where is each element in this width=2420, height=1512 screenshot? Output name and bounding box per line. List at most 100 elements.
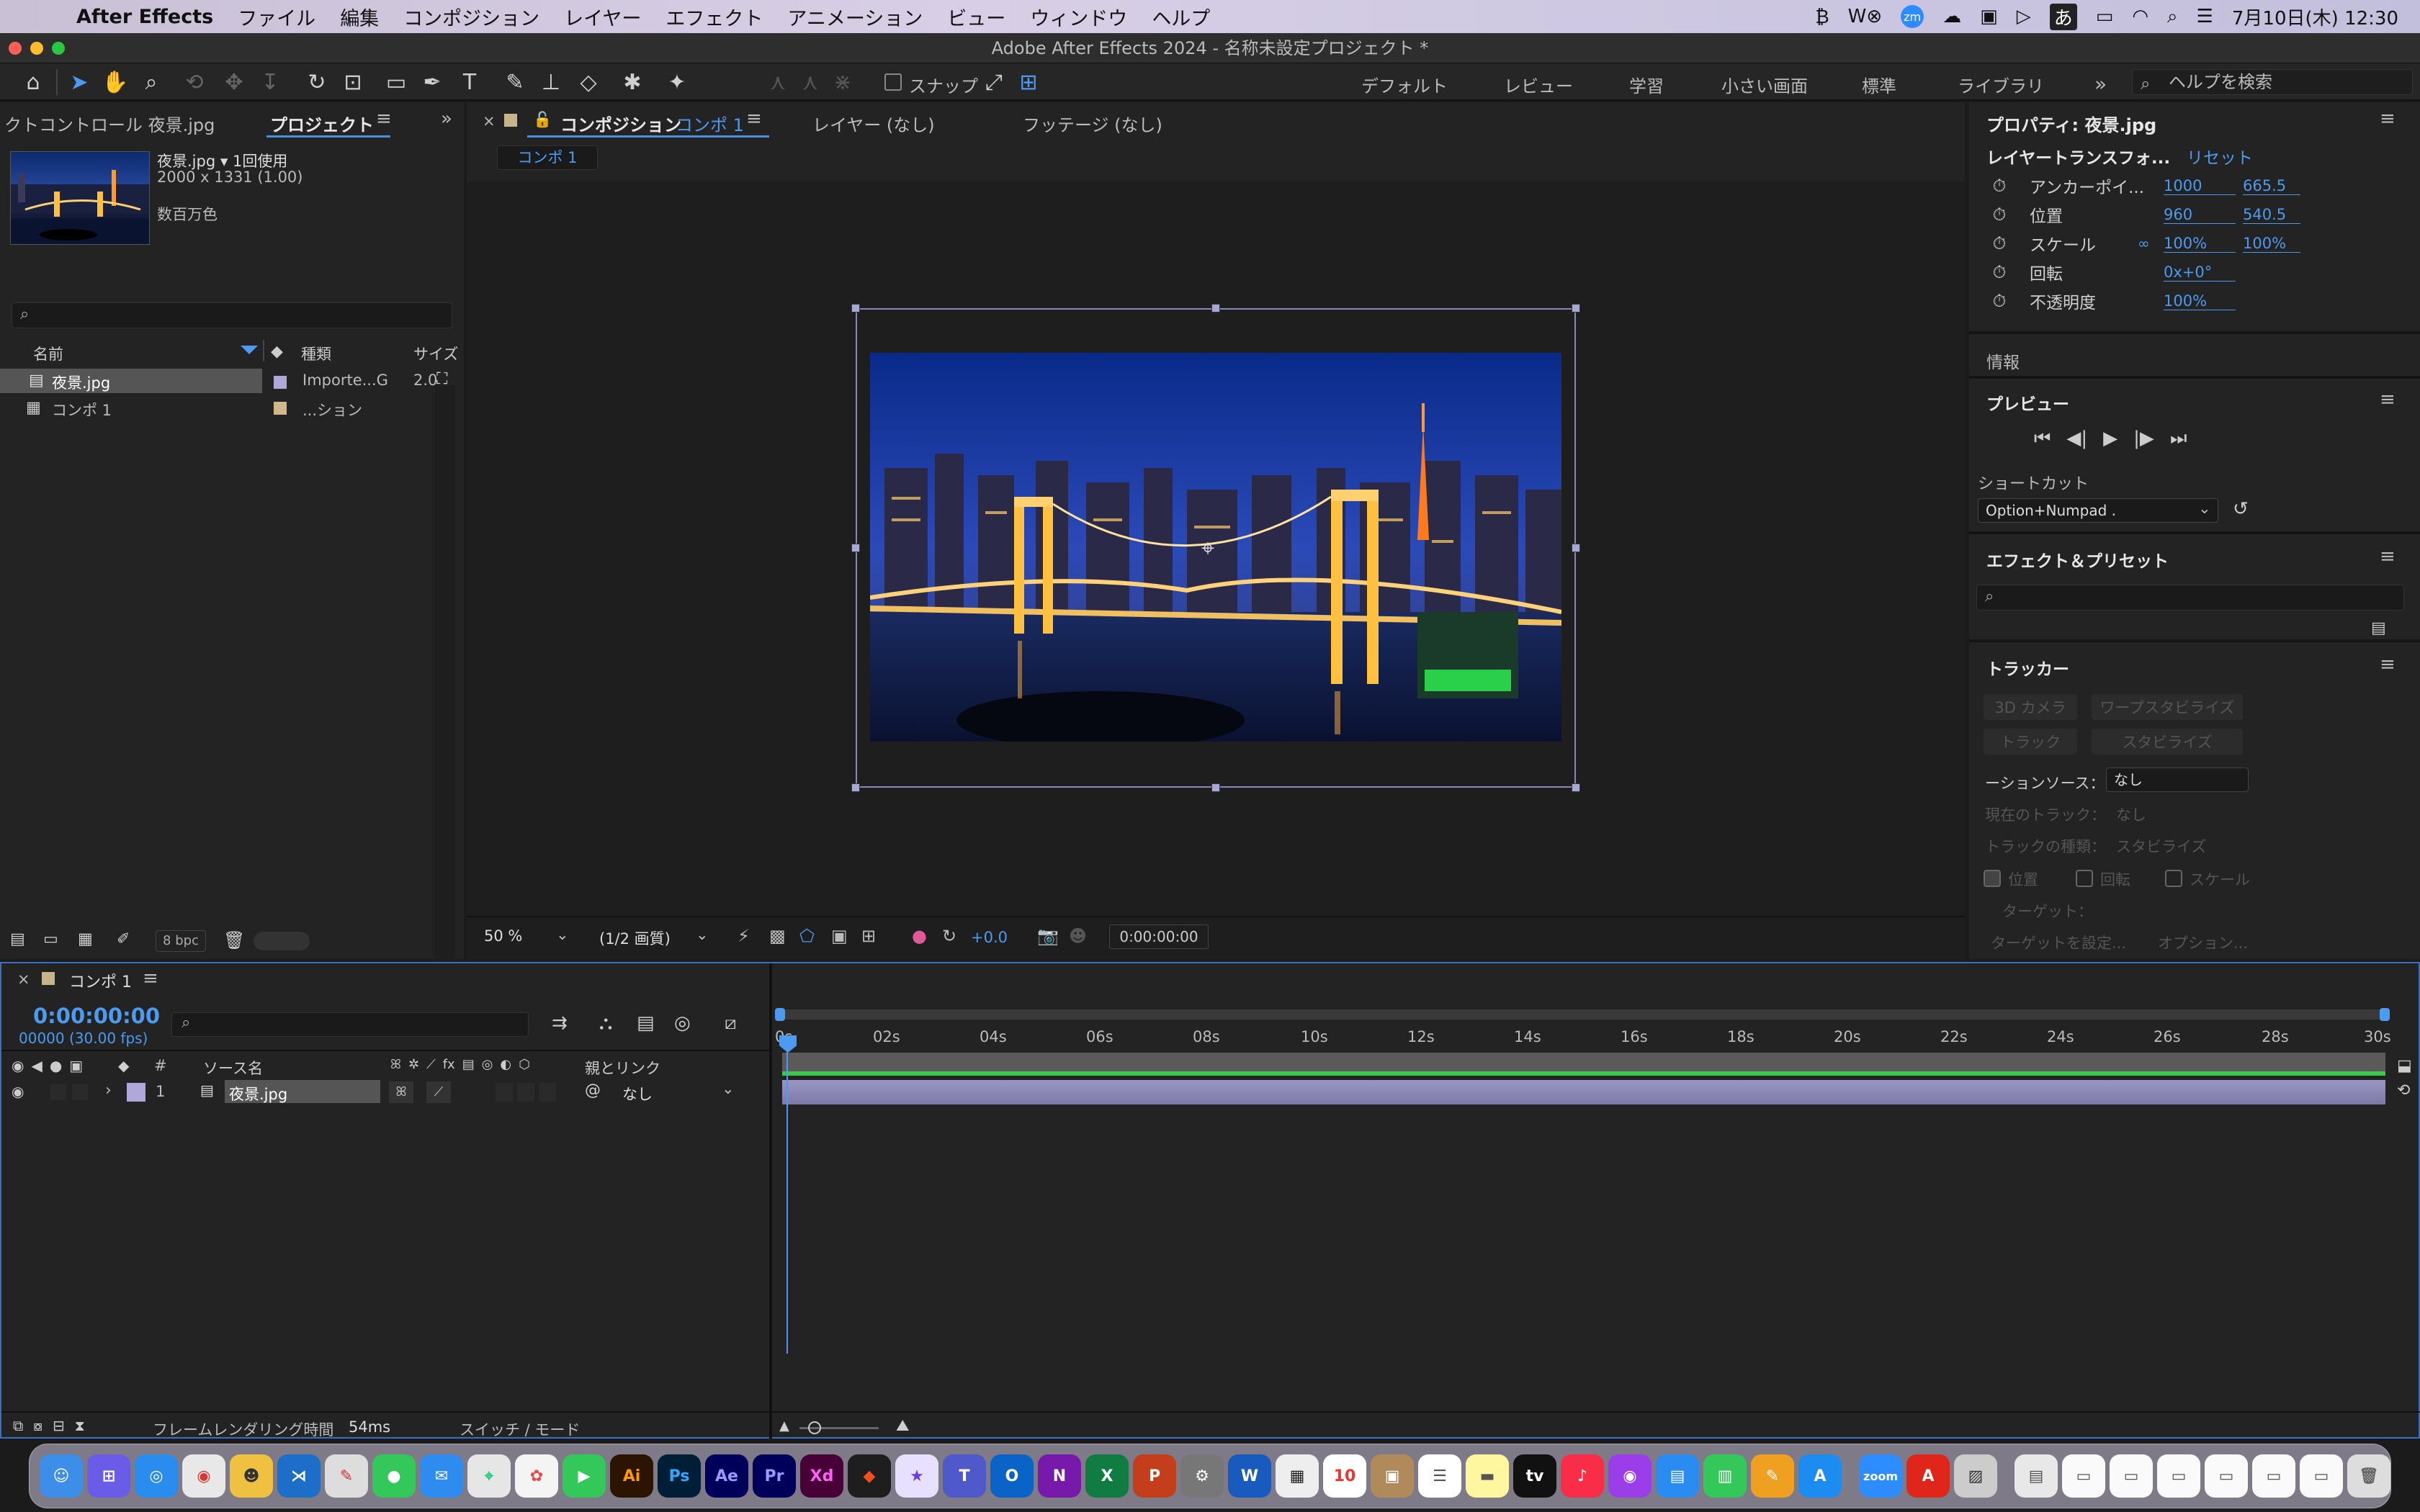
chevron-down-icon[interactable]: ⌄ [722,1080,735,1097]
pages-icon[interactable]: ✎ [1751,1454,1794,1498]
star-app-icon[interactable]: ★ [895,1454,938,1498]
first-frame-icon[interactable]: ⏮ [2034,428,2051,450]
document-thumbnail[interactable]: ▭ [2157,1454,2200,1498]
prop-value-y[interactable]: 540.5 [2243,206,2300,224]
roto-brush-icon[interactable]: ✱ [618,68,647,96]
audio-speaker-icon[interactable]: ◀ [31,1057,42,1074]
3d-layer-icon[interactable]: ⬡ [519,1057,530,1072]
ime-indicator[interactable]: あ [2049,3,2077,30]
axis-local-icon[interactable]: ⋏ [763,68,792,96]
track-3d-camera-button[interactable]: 3D カメラ [1984,694,2077,720]
panel-menu-icon[interactable]: ≡ [2380,108,2396,130]
transparency-grid-icon[interactable]: ▩ [769,926,786,946]
type-tool-icon[interactable]: T [455,68,484,96]
column-type[interactable]: 種類 [301,343,331,364]
document-thumbnail[interactable]: ▭ [2252,1454,2295,1498]
status-icon-1[interactable]: ₿ [1815,6,1829,28]
stopwatch-icon[interactable]: ⏱ [1969,176,2030,196]
time-ruler[interactable]: 0s 02s 04s 06s 08s 10s 12s 14s 16s 18s 2… [775,1021,2391,1050]
graph-editor-icon[interactable]: ⧄ [725,1012,737,1035]
track-motion-button[interactable]: トラック [1984,729,2077,755]
mask-visibility-icon[interactable]: ⬠ [799,926,815,946]
tab-project[interactable]: プロジェクト [270,111,374,136]
close-window-button[interactable] [9,42,22,55]
frame-blend-icon[interactable]: ▤ [462,1057,475,1072]
transform-handle[interactable] [1572,544,1580,552]
close-tab-icon[interactable]: × [17,971,30,988]
pen-tool-icon[interactable]: ✒ [418,68,447,96]
layer-switches-toggle-icon[interactable]: ⧉ [13,1417,23,1434]
workspace-learn[interactable]: 学習 [1629,72,1664,97]
previous-frame-icon[interactable]: ◀| [2066,428,2087,450]
switch-mode-toggle[interactable]: スイッチ / モード [460,1418,580,1440]
frame-blending-icon[interactable]: ▤ [637,1012,655,1034]
menu-view[interactable]: ビュー [947,3,1005,31]
track-type-select[interactable]: スタビライズ [2116,835,2206,857]
workspace-default[interactable]: デフォルト [1361,72,1448,97]
navigator-start-handle[interactable] [775,1008,785,1021]
system-settings-icon[interactable]: ⚙ [1180,1454,1224,1498]
trash-icon[interactable]: 🗑 [2347,1454,2390,1498]
panel-menu-icon[interactable]: ≡ [376,108,392,130]
menu-layer[interactable]: レイヤー [564,3,641,31]
figma-icon[interactable]: ◆ [848,1454,891,1498]
transform-handle[interactable] [1572,304,1580,312]
navigator-end-handle[interactable] [2380,1008,2390,1021]
project-settings-icon[interactable]: ✐ [117,930,130,948]
show-snapshot-icon[interactable]: ☻ [1069,926,1087,946]
workspace-more-icon[interactable]: » [2094,72,2107,96]
collapse-icon[interactable]: ✲ [408,1057,419,1072]
new-composition-icon[interactable]: ▦ [78,930,93,948]
after-effects-icon[interactable]: Ae [705,1454,748,1498]
column-parent-link[interactable]: 親とリンク [585,1057,660,1079]
apple-tv-icon[interactable]: tv [1513,1454,1556,1498]
transform-handle[interactable] [1211,304,1220,312]
excel-icon[interactable]: X [1085,1454,1129,1498]
motion-source-select[interactable]: なし [2106,768,2249,792]
transform-handle[interactable] [851,544,860,552]
new-folder-icon[interactable]: ▭ [43,930,58,948]
mail-icon[interactable]: ✉ [420,1454,463,1498]
document-thumbnail[interactable]: ▭ [2300,1454,2343,1498]
stopwatch-icon[interactable]: ⏱ [1969,262,2030,282]
panel-menu-icon[interactable]: ≡ [143,968,158,989]
menu-edit[interactable]: 編集 [340,3,379,31]
menu-help[interactable]: ヘルプ [1152,3,1210,31]
teams-icon[interactable]: T [943,1454,986,1498]
exposure-value[interactable]: +0.0 [971,929,1008,946]
search-icon[interactable]: ⌕ [2167,6,2178,28]
set-target-button[interactable]: ターゲットを設定... [1991,932,2126,953]
play-circle-icon[interactable]: ▷ [2017,6,2031,27]
mission-control-icon[interactable]: ▦ [1276,1454,1319,1498]
list-item-name[interactable]: コンポ 1 [52,399,112,420]
layer-quality-switch[interactable]: ⟋ [426,1081,451,1103]
close-tab-icon[interactable]: × [483,112,496,130]
label-tag-icon[interactable]: ◆ [118,1057,129,1074]
expand-layer-icon[interactable]: › [105,1081,112,1099]
timeline-search-input[interactable] [171,1012,529,1037]
new-preset-icon[interactable]: ▤ [2371,619,2386,637]
shortcut-select[interactable]: Option+Numpad . [1978,498,2218,523]
current-track-select[interactable]: なし [2116,804,2146,825]
rectangle-tool-icon[interactable]: ▭ [382,68,411,96]
quality-icon[interactable]: ⟋ [426,1057,436,1072]
tab-effect-controls[interactable]: クトコントロール 夜景.jpg [4,111,215,136]
brush-tool-icon[interactable]: ✎ [501,68,529,96]
xd-icon[interactable]: Xd [800,1454,843,1498]
workspace-libraries[interactable]: ライブラリ [1958,72,2044,97]
briefcase-icon[interactable]: ▣ [1980,6,1998,27]
calendar-icon[interactable]: 10 [1323,1454,1366,1498]
anchor-point-icon[interactable]: ⌖ [1201,534,1214,562]
effects-fx-icon[interactable]: fx [443,1057,455,1072]
prop-value-x[interactable]: 960 [2164,206,2236,224]
parent-select[interactable]: なし [622,1083,653,1104]
control-center-icon[interactable]: ☰ [2197,6,2213,27]
snap-checkbox[interactable] [884,73,902,91]
fast-previews-icon[interactable]: ⚡ [738,926,750,946]
snap-option-icon[interactable]: ⤢ [980,68,1008,96]
panel-expand-icon[interactable]: » [441,108,452,130]
tab-composition[interactable]: コンポジション [560,111,681,136]
comp-flowchart-icon[interactable]: ⇉ [552,1012,568,1034]
transform-section-title[interactable]: レイヤートランスフォ... [1986,144,2170,168]
constrain-link-icon[interactable]: ∞ [2138,235,2164,252]
